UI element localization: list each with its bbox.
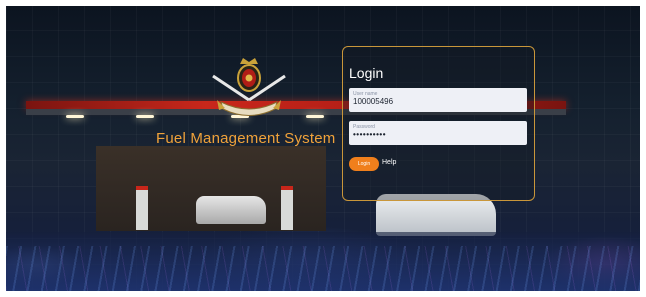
help-link[interactable]: Help bbox=[382, 159, 396, 166]
canopy-light bbox=[66, 115, 84, 118]
system-title: Fuel Management System bbox=[156, 130, 336, 147]
password-field[interactable]: Password •••••••••• bbox=[349, 121, 527, 145]
circuit-pattern bbox=[6, 246, 640, 291]
fuel-pump bbox=[281, 186, 293, 230]
login-heading: Login bbox=[349, 65, 384, 81]
login-panel: Login User name 100005496 Password •••••… bbox=[342, 46, 535, 201]
page-frame: Fuel Management System Login User name 1… bbox=[0, 0, 646, 297]
password-value: •••••••••• bbox=[353, 130, 387, 139]
canopy-light bbox=[136, 115, 154, 118]
car bbox=[196, 196, 266, 224]
username-field[interactable]: User name 100005496 bbox=[349, 88, 527, 112]
fuel-pump bbox=[136, 186, 148, 230]
username-value: 100005496 bbox=[353, 97, 394, 106]
sri-lanka-army-emblem-icon bbox=[212, 58, 286, 116]
login-button[interactable]: Login bbox=[349, 157, 379, 171]
canopy-light bbox=[306, 115, 324, 118]
background-scene: Fuel Management System bbox=[6, 6, 640, 291]
